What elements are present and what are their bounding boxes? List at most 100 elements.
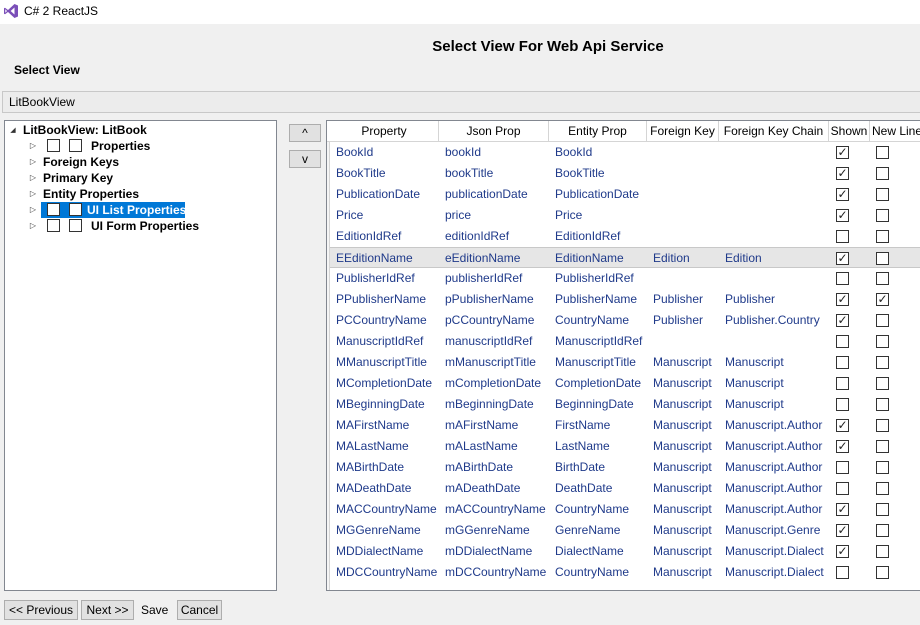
table-row[interactable]: MBeginningDate mBeginningDate BeginningDat… [330,394,920,415]
cell-property[interactable]: MDDialectName [330,541,439,562]
cell-foreign-key[interactable] [647,142,719,163]
shown-checkbox[interactable] [836,356,849,369]
tree-item-primary-key[interactable]: Primary Key [29,170,249,186]
table-row[interactable]: Price price Price ✓ [330,205,920,226]
table-row[interactable]: BookTitle bookTitle BookTitle ✓ [330,163,920,184]
cell-property[interactable]: PCCountryName [330,310,439,331]
cell-entity-prop[interactable]: DialectName [549,541,647,562]
new-line-checkbox[interactable] [876,146,889,159]
tree-checkbox[interactable] [69,203,82,216]
column-header-shown[interactable]: Shown [829,121,870,142]
column-header-entity-prop[interactable]: Entity Prop [549,121,647,142]
tree-view[interactable]: LitBookView: LitBook Properties Foreign … [4,120,277,591]
cell-foreign-key-chain[interactable] [719,268,829,289]
cell-entity-prop[interactable]: CountryName [549,562,647,583]
new-line-checkbox[interactable] [876,209,889,222]
cell-entity-prop[interactable]: Price [549,205,647,226]
expand-arrow-icon[interactable] [29,205,37,215]
tree-item-foreign-keys[interactable]: Foreign Keys [29,154,249,170]
tree-checkbox[interactable] [69,139,82,152]
cell-foreign-key-chain[interactable]: Manuscript.Author [719,415,829,436]
shown-checkbox[interactable]: ✓ [836,440,849,453]
tree-item-ui-list-properties[interactable]: UI List Properties [29,202,249,218]
shown-checkbox[interactable]: ✓ [836,545,849,558]
cell-foreign-key[interactable]: Manuscript [647,541,719,562]
new-line-checkbox[interactable] [876,356,889,369]
cell-entity-prop[interactable]: GenreName [549,520,647,541]
cell-json-prop[interactable]: mCompletionDate [439,373,549,394]
cell-json-prop[interactable]: bookTitle [439,163,549,184]
cell-json-prop[interactable]: pCCountryName [439,310,549,331]
cell-entity-prop[interactable]: BeginningDate [549,394,647,415]
new-line-checkbox[interactable] [876,524,889,537]
cell-foreign-key[interactable]: Manuscript [647,436,719,457]
previous-button[interactable]: << Previous [4,600,78,620]
cell-json-prop[interactable]: publicationDate [439,184,549,205]
cell-property[interactable]: BookTitle [330,163,439,184]
new-line-checkbox[interactable] [876,440,889,453]
properties-grid[interactable]: Property Json Prop Entity Prop Foreign K… [326,120,920,591]
cell-property[interactable]: MADeathDate [330,478,439,499]
table-row[interactable]: MABirthDate mABirthDate BirthDate Manuscrip… [330,457,920,478]
table-row[interactable]: MDCCountryName mDCCountryName CountryName M… [330,562,920,583]
cell-property[interactable]: MAFirstName [330,415,439,436]
shown-checkbox[interactable]: ✓ [836,188,849,201]
cell-foreign-key-chain[interactable] [719,205,829,226]
shown-checkbox[interactable] [836,272,849,285]
tree-root[interactable]: LitBookView: LitBook [9,122,209,138]
cell-json-prop[interactable]: mACCountryName [439,499,549,520]
cell-entity-prop[interactable]: ManuscriptTitle [549,352,647,373]
shown-checkbox[interactable]: ✓ [836,293,849,306]
cell-entity-prop[interactable]: EditionIdRef [549,226,647,247]
table-row[interactable]: EditionIdRef editionIdRef EditionIdRef [330,226,920,247]
move-down-button[interactable]: v [289,150,321,168]
cell-foreign-key[interactable] [647,226,719,247]
cell-json-prop[interactable]: mADeathDate [439,478,549,499]
cell-foreign-key-chain[interactable]: Manuscript.Dialect [719,562,829,583]
shown-checkbox[interactable]: ✓ [836,314,849,327]
table-row[interactable]: MALastName mALastName LastName Manuscript Ma… [330,436,920,457]
cell-foreign-key-chain[interactable]: Publisher.Country [719,310,829,331]
cell-json-prop[interactable]: mDCCountryName [439,562,549,583]
table-row[interactable]: MAFirstName mAFirstName FirstName Manuscrip… [330,415,920,436]
view-selector[interactable]: LitBookView [2,91,920,113]
cell-json-prop[interactable]: price [439,205,549,226]
cell-entity-prop[interactable]: EditionName [549,248,647,269]
table-row[interactable]: PCCountryName pCCountryName CountryName Pub… [330,310,920,331]
cell-entity-prop[interactable]: CountryName [549,310,647,331]
shown-checkbox[interactable]: ✓ [836,146,849,159]
cell-foreign-key-chain[interactable] [719,163,829,184]
new-line-checkbox[interactable] [876,377,889,390]
cell-foreign-key[interactable]: Manuscript [647,562,719,583]
table-row[interactable]: PPublisherName pPublisherName PublisherNam… [330,289,920,310]
new-line-checkbox[interactable] [876,230,889,243]
cell-foreign-key-chain[interactable] [719,142,829,163]
cell-entity-prop[interactable]: CountryName [549,499,647,520]
shown-checkbox[interactable] [836,398,849,411]
cell-foreign-key[interactable] [647,163,719,184]
cell-json-prop[interactable]: mBeginningDate [439,394,549,415]
shown-checkbox[interactable]: ✓ [836,524,849,537]
new-line-checkbox[interactable]: ✓ [876,293,889,306]
new-line-checkbox[interactable] [876,545,889,558]
cell-foreign-key-chain[interactable] [719,331,829,352]
cell-foreign-key-chain[interactable]: Manuscript.Author [719,499,829,520]
shown-checkbox[interactable]: ✓ [836,167,849,180]
cell-foreign-key[interactable]: Publisher [647,289,719,310]
column-header-json-prop[interactable]: Json Prop [439,121,549,142]
save-button[interactable]: Save [141,603,168,617]
cell-foreign-key[interactable]: Manuscript [647,457,719,478]
expand-arrow-icon[interactable] [29,157,37,167]
new-line-checkbox[interactable] [876,314,889,327]
cell-property[interactable]: Price [330,205,439,226]
expand-arrow-icon[interactable] [29,221,37,231]
cell-foreign-key-chain[interactable]: Manuscript [719,394,829,415]
expand-arrow-icon[interactable] [29,141,37,151]
tree-checkbox[interactable] [47,203,60,216]
cell-foreign-key-chain[interactable]: Manuscript [719,373,829,394]
cell-property[interactable]: MDCCountryName [330,562,439,583]
cell-foreign-key-chain[interactable]: Manuscript.Author [719,457,829,478]
cell-property[interactable]: MManuscriptTitle [330,352,439,373]
cell-foreign-key[interactable]: Manuscript [647,478,719,499]
new-line-checkbox[interactable] [876,461,889,474]
